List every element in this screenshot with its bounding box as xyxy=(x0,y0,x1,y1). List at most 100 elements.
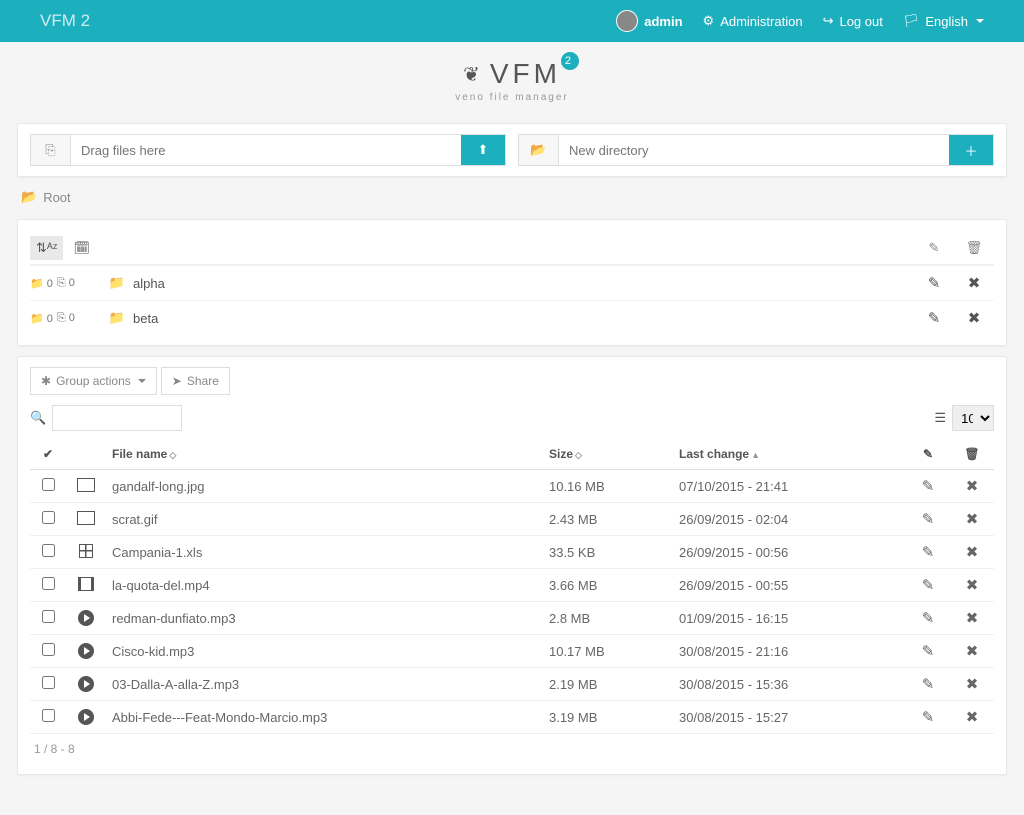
avatar-icon xyxy=(616,10,638,32)
logo-text: VFM xyxy=(490,58,561,90)
logout-label: Log out xyxy=(839,14,882,29)
user-menu[interactable]: admin xyxy=(616,10,682,32)
group-actions-button[interactable]: ✱ Group actions xyxy=(30,367,157,395)
file-name[interactable]: 03-Dalla-A-alla-Z.mp3 xyxy=(106,668,543,701)
sort-icon: ◇ xyxy=(575,450,582,460)
file-size: 10.16 MB xyxy=(543,470,673,503)
folder-row: 📁 0⎘ 0📁 alpha✎✖ xyxy=(30,265,994,300)
brand[interactable]: VFM 2 xyxy=(40,11,90,31)
perpage-select[interactable]: 10 xyxy=(952,405,994,431)
size-header[interactable]: Size◇ xyxy=(543,439,673,470)
lastchange-header[interactable]: Last change▲ xyxy=(673,439,906,470)
logo-badge: 2 xyxy=(561,52,579,70)
delete-file-button[interactable]: ✖ xyxy=(966,478,979,495)
newdir-input[interactable] xyxy=(559,135,949,165)
delete-file-button[interactable]: ✖ xyxy=(966,544,979,561)
group-actions-label: Group actions xyxy=(56,374,131,388)
row-checkbox[interactable] xyxy=(42,676,55,689)
folder-label: alpha xyxy=(133,276,165,291)
row-checkbox[interactable] xyxy=(42,577,55,590)
edit-folder-button[interactable]: ✎ xyxy=(914,309,954,327)
upload-button[interactable]: ⬆ xyxy=(461,135,505,165)
logo: ❦ VFM 2 veno file manager xyxy=(17,42,1007,113)
administration-link[interactable]: ⚙ Administration xyxy=(703,13,803,29)
file-name[interactable]: scrat.gif xyxy=(106,503,543,536)
delete-file-button[interactable]: ✖ xyxy=(966,643,979,660)
edit-file-button[interactable]: ✎ xyxy=(922,544,935,561)
breadcrumb-root[interactable]: Root xyxy=(43,190,70,205)
edit-file-button[interactable]: ✎ xyxy=(922,478,935,495)
newdir-group: 📂 ＋ xyxy=(518,134,994,166)
header-edit-icon: ✎ xyxy=(914,240,954,256)
row-checkbox[interactable] xyxy=(42,643,55,656)
folder-row: 📁 0⎘ 0📁 beta✎✖ xyxy=(30,300,994,335)
file-row: Campania-1.xls33.5 KB26/09/2015 - 00:56 ✎… xyxy=(30,536,994,569)
breadcrumb: 📂 Root xyxy=(17,177,1007,209)
edit-file-button[interactable]: ✎ xyxy=(922,577,935,594)
search-icon: 🔍 xyxy=(30,410,46,426)
file-size: 33.5 KB xyxy=(543,536,673,569)
edit-folder-button[interactable]: ✎ xyxy=(914,274,954,292)
delete-file-button[interactable]: ✖ xyxy=(966,709,979,726)
filename-header[interactable]: File name◇ xyxy=(106,439,543,470)
row-checkbox[interactable] xyxy=(42,709,55,722)
file-row: Cisco-kid.mp310.17 MB30/08/2015 - 21:16✎… xyxy=(30,635,994,668)
file-name[interactable]: Cisco-kid.mp3 xyxy=(106,635,543,668)
edit-file-button[interactable]: ✎ xyxy=(922,643,935,660)
file-date: 26/09/2015 - 00:56 xyxy=(673,536,906,569)
newdir-button[interactable]: ＋ xyxy=(949,135,993,165)
sort-icon: ◇ xyxy=(169,450,176,460)
file-count: ⎘ 0 xyxy=(57,277,79,290)
file-name[interactable]: la-quota-del.mp4 xyxy=(106,569,543,602)
row-checkbox[interactable] xyxy=(42,544,55,557)
chevron-down-icon xyxy=(976,19,984,23)
file-row: redman-dunfiato.mp32.8 MB01/09/2015 - 16… xyxy=(30,602,994,635)
username-label: admin xyxy=(644,14,682,29)
folder-link[interactable]: 📁 alpha xyxy=(109,275,914,291)
file-row: 03-Dalla-A-alla-Z.mp32.19 MB30/08/2015 -… xyxy=(30,668,994,701)
file-name[interactable]: Abbi-Fede---Feat-Mondo-Marcio.mp3 xyxy=(106,701,543,734)
file-name[interactable]: gandalf-long.jpg xyxy=(106,470,543,503)
logout-link[interactable]: ↪ Log out xyxy=(823,13,883,29)
audio-icon[interactable] xyxy=(78,709,94,725)
audio-icon[interactable] xyxy=(78,643,94,659)
share-button[interactable]: ➤ Share xyxy=(161,367,230,395)
file-name[interactable]: redman-dunfiato.mp3 xyxy=(106,602,543,635)
select-all-header[interactable]: ✔ xyxy=(30,439,66,470)
upload-input[interactable] xyxy=(71,135,461,165)
row-checkbox[interactable] xyxy=(42,610,55,623)
audio-icon[interactable] xyxy=(78,676,94,692)
delete-file-button[interactable]: ✖ xyxy=(966,511,979,528)
delete-folder-button[interactable]: ✖ xyxy=(954,309,994,327)
delete-file-button[interactable]: ✖ xyxy=(966,577,979,594)
file-row: la-quota-del.mp43.66 MB26/09/2015 - 00:5… xyxy=(30,569,994,602)
file-date: 26/09/2015 - 02:04 xyxy=(673,503,906,536)
file-size: 10.17 MB xyxy=(543,635,673,668)
search-input[interactable] xyxy=(52,405,182,431)
row-checkbox[interactable] xyxy=(42,478,55,491)
sort-alpha-toggle[interactable]: ⇅ᴬᶻ xyxy=(30,236,63,260)
edit-file-button[interactable]: ✎ xyxy=(922,709,935,726)
delete-file-button[interactable]: ✖ xyxy=(966,676,979,693)
file-date: 26/09/2015 - 00:55 xyxy=(673,569,906,602)
edit-file-button[interactable]: ✎ xyxy=(922,610,935,627)
pagination-text: 1 / 8 - 8 xyxy=(30,734,994,764)
image-icon xyxy=(77,478,95,492)
flag-icon: 🏳 xyxy=(903,13,920,29)
language-menu[interactable]: 🏳 English xyxy=(903,13,984,29)
file-name[interactable]: Campania-1.xls xyxy=(106,536,543,569)
logout-icon: ↪ xyxy=(823,13,834,29)
sort-date-toggle[interactable]: 🗓 xyxy=(67,236,96,260)
row-checkbox[interactable] xyxy=(42,511,55,524)
file-size: 2.19 MB xyxy=(543,668,673,701)
edit-file-button[interactable]: ✎ xyxy=(922,511,935,528)
folder-link[interactable]: 📁 beta xyxy=(109,310,914,326)
audio-icon[interactable] xyxy=(78,610,94,626)
delete-folder-button[interactable]: ✖ xyxy=(954,274,994,292)
edit-file-button[interactable]: ✎ xyxy=(922,676,935,693)
folder-icon: 📁 xyxy=(109,310,125,326)
file-count: ⎘ 0 xyxy=(57,312,79,325)
folder-icon: 📁 xyxy=(109,275,125,291)
file-date: 07/10/2015 - 21:41 xyxy=(673,470,906,503)
delete-file-button[interactable]: ✖ xyxy=(966,610,979,627)
